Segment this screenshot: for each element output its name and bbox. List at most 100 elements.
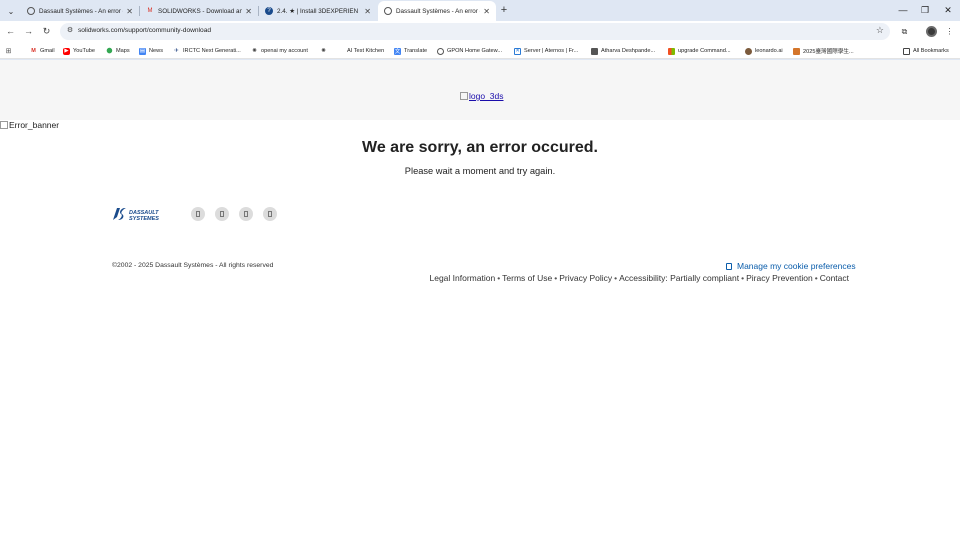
bookmark-label: IRCTC Next Generati... [183,48,241,54]
back-button[interactable]: ← [4,25,17,38]
aternos-icon: ✕ [514,47,521,55]
cookie-preferences-link[interactable]: Manage my cookie preferences [726,261,856,271]
bookmark-label: upgrade Command... [678,48,731,54]
news-icon: ▤ [139,47,146,55]
bookmark-upgrade-command[interactable]: upgrade Command... [668,46,731,56]
bookmark-label: Atharva Deshpande... [601,48,656,54]
social-icon-2[interactable] [215,207,229,221]
openai-icon: ✺ [252,48,257,54]
terms-of-use-link[interactable]: Terms of Use [502,273,552,283]
new-tab-button[interactable]: + [498,4,510,16]
all-bookmarks-button[interactable]: All Bookmarks [903,46,949,56]
logo-alt-text: logo_3ds [469,91,504,101]
bookmark-maps[interactable]: ⬤ Maps [106,46,129,56]
menu-icon[interactable]: ⋮ [943,25,956,38]
copyright-text: ©2002 - 2025 Dassault Systèmes - All rig… [112,262,274,269]
bookmark-label: All Bookmarks [913,48,949,54]
close-window-button[interactable]: ✕ [941,3,955,17]
tab-title: Dassault Systèmes - An error o [396,7,481,15]
bookmark-label: 2025臺灣國際學生... [803,49,854,55]
bookmark-translate[interactable]: 文 Translate [394,46,427,56]
close-icon[interactable]: ✕ [364,7,371,16]
browser-toolbar: ← → ↻ ⚙ solidworks.com/support/community… [0,21,960,42]
bookmark-label: AI Test Kitchen [347,48,385,54]
bookmark-label: YouTube [73,48,95,54]
folder-icon [903,47,910,55]
close-icon[interactable]: ✕ [126,7,133,16]
cookie-icon [726,262,732,270]
bookmark-label: GPON Home Gatew... [447,48,503,54]
tab-4-active[interactable]: Dassault Systèmes - An error o ✕ [378,1,496,21]
leonardo-icon [745,47,752,55]
blank-icon [337,48,344,55]
svg-text:SYSTEMES: SYSTEMES [129,216,159,222]
cookie-link-label: Manage my cookie preferences [737,261,856,271]
tab-2[interactable]: M SOLIDWORKS - Download and ✕ [140,1,258,21]
bookmark-star-icon[interactable]: ☆ [876,25,884,36]
bookmark-label: News [149,48,163,54]
bookmark-openai[interactable]: ✺ openai my account [251,46,308,56]
bookmark-ai-test-kitchen[interactable]: AI Test Kitchen [337,46,384,56]
globe-icon [384,7,392,15]
bookmark-irctc[interactable]: ✈ IRCTC Next Generati... [173,46,241,56]
header-band [0,60,960,120]
bookmark-taiwan[interactable]: 2025臺灣國際學生... [793,46,854,56]
legal-information-link[interactable]: Legal Information [430,273,496,283]
site-info-icon[interactable]: ⚙ [65,26,75,36]
bookmark-gpon[interactable]: GPON Home Gatew... [437,46,502,56]
tab-search-icon[interactable]: ⌄ [3,3,19,19]
social-icon-4[interactable] [263,207,277,221]
apps-icon[interactable]: ⊞ [5,46,15,56]
bookmark-leonardo[interactable]: leonardo.ai [745,46,783,56]
bookmark-label: openai my account [261,48,308,54]
link-separator: • [814,273,818,283]
bookmark-openai-2[interactable]: ✺ [320,46,330,56]
bookmark-news[interactable]: ▤ News [139,46,163,56]
tab-title: SOLIDWORKS - Download and [158,7,243,15]
restore-button[interactable]: ❐ [918,3,932,17]
close-icon[interactable]: ✕ [483,7,490,16]
gmail-icon: M [147,8,153,14]
bookmarks-bar: ⊞ M Gmail ▶ YouTube ⬤ Maps ▤ News ✈ IRCTC Nex… [0,42,960,59]
tab-strip: ⌄ Dassault Systèmes - An error o ✕ M SOL… [0,0,960,21]
broken-image-icon [460,92,468,100]
forward-button[interactable]: → [22,25,35,38]
accessibility-link[interactable]: Accessibility: Partially compliant [619,273,739,283]
minimize-button[interactable]: — [896,3,910,17]
tab-1[interactable]: Dassault Systèmes - An error o ✕ [21,1,139,21]
bookmark-gmail[interactable]: M Gmail [30,46,54,56]
irctc-icon: ✈ [174,48,179,54]
banner-alt-text: Error_banner [9,120,60,130]
tab-title: Dassault Systèmes - An error o [39,7,124,15]
extensions-icon[interactable]: ⧉ [898,25,911,38]
address-bar[interactable]: ⚙ solidworks.com/support/community-downl… [60,23,890,40]
bookmark-aternos[interactable]: ✕ Server | Aternos | Fr... [514,46,578,56]
page-content: logo_3ds Error_banner We are sorry, an e… [0,60,960,539]
piracy-prevention-link[interactable]: Piracy Prevention [746,273,813,283]
browser-chrome: ⌄ Dassault Systèmes - An error o ✕ M SOL… [0,0,960,60]
social-icon-1[interactable] [191,207,205,221]
bookmark-youtube[interactable]: ▶ YouTube [63,46,95,56]
help-icon: ? [265,7,273,15]
bookmark-atharva[interactable]: Atharva Deshpande... [591,46,655,56]
broken-image-icon [0,121,8,129]
contact-link[interactable]: Contact [820,273,849,283]
close-icon[interactable]: ✕ [245,7,252,16]
privacy-policy-link[interactable]: Privacy Policy [559,273,612,283]
dassault-systemes-logo-icon[interactable]: DASSAULT SYSTEMES [111,205,169,223]
globe-icon [27,7,35,15]
translate-icon: 文 [394,47,401,55]
globe-icon [437,47,444,55]
profile-avatar[interactable] [926,26,937,37]
logo-link[interactable]: logo_3ds [460,91,504,101]
error-subtitle: Please wait a moment and try again. [404,166,556,176]
windows-icon [668,47,675,55]
error-title: We are sorry, an error occured. [362,139,598,156]
social-icon-3[interactable] [239,207,253,221]
openai-icon: ✺ [321,48,326,54]
youtube-icon: ▶ [63,47,70,55]
reload-button[interactable]: ↻ [40,25,53,38]
bookmark-label: Server | Aternos | Fr... [524,48,579,54]
tab-3[interactable]: ? 2.4. ★ | Install 3DEXPERIEN ✕ [259,1,377,21]
url-text: solidworks.com/support/community-downloa… [78,27,212,34]
